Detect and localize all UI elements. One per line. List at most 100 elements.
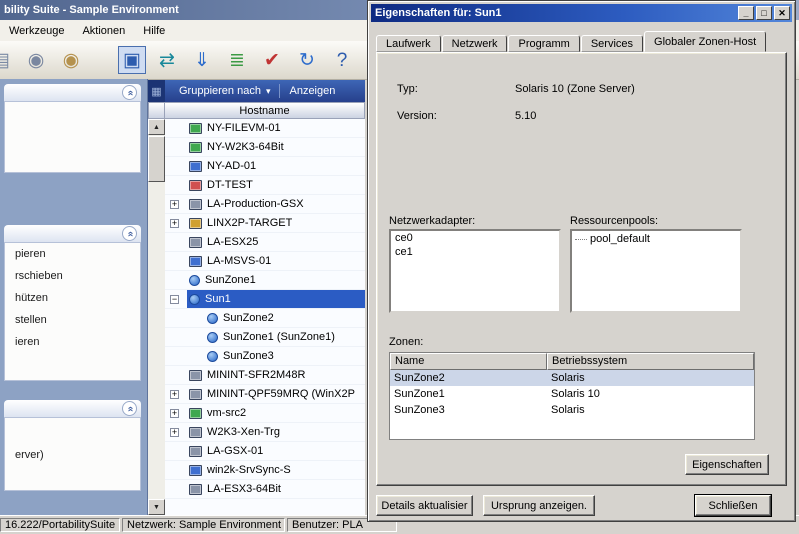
show-button[interactable]: Anzeigen	[289, 85, 335, 97]
host-row-body: NY-AD-01	[187, 157, 365, 175]
host-row[interactable]: NY-AD-01	[165, 157, 365, 176]
job-check-icon[interactable]: ✔	[258, 46, 286, 74]
task-item[interactable]: ieren	[5, 331, 140, 353]
host-row[interactable]: NY-FILEVM-01	[165, 119, 365, 138]
task-item[interactable]: stellen	[5, 309, 140, 331]
tree-line	[575, 238, 587, 240]
resource-pools-tree[interactable]: pool_default	[570, 229, 742, 313]
discover-monitor-icon[interactable]: ▣	[118, 46, 146, 74]
collapse-icon[interactable]: −	[170, 295, 179, 304]
host-row[interactable]: + LINX2P-TARGET	[165, 214, 365, 233]
dropdown-caret-icon[interactable]: ▾	[266, 86, 271, 97]
host-row[interactable]: DT-TEST	[165, 176, 365, 195]
close-button[interactable]: ✕	[774, 6, 790, 20]
zones-column-header[interactable]: Betriebssystem	[547, 353, 754, 370]
grid-view-icon[interactable]: ▦	[148, 80, 165, 102]
menu-werkzeuge[interactable]: Werkzeuge	[0, 22, 73, 40]
host-label: MININT-QPF59MRQ (WinX2P	[207, 388, 355, 400]
zone-row[interactable]: SunZone2 Solaris	[390, 370, 754, 386]
cd-gold-icon[interactable]: ◉	[57, 46, 85, 74]
tab-globaler-zonen-host[interactable]: Globaler Zonen-Host	[644, 31, 767, 52]
tab-services[interactable]: Services	[580, 35, 644, 52]
task-item[interactable]: rschieben	[5, 265, 140, 287]
task-section-header[interactable]: «	[4, 84, 141, 101]
expand-icon[interactable]: +	[170, 200, 179, 209]
menu-aktionen[interactable]: Aktionen	[73, 22, 134, 40]
expand-icon[interactable]: +	[170, 390, 179, 399]
scroll-down-button[interactable]: ▼	[148, 499, 165, 515]
collapse-chevron-icon[interactable]: «	[122, 85, 137, 100]
dialog-title-bar: Eigenschaften für: Sun1 _ □ ✕	[371, 4, 792, 22]
maximize-button[interactable]: □	[756, 6, 772, 20]
network-adapters-listbox[interactable]: ce0 ce1	[389, 229, 561, 313]
host-row[interactable]: LA-ESX3-64Bit	[165, 480, 365, 499]
scrollbar-thumb[interactable]	[148, 136, 165, 182]
host-row[interactable]: − Sun1	[165, 290, 365, 309]
host-row[interactable]: SunZone3	[165, 347, 365, 366]
status-segment: Netzwerk: Sample Environment	[122, 518, 285, 532]
hostname-column-header[interactable]: Hostname	[165, 102, 365, 119]
host-row[interactable]: win2k-SrvSync-S	[165, 461, 365, 480]
host-row[interactable]: LA-GSX-01	[165, 442, 365, 461]
properties-button[interactable]: Eigenschaften	[685, 454, 769, 475]
scroll-up-button[interactable]: ▲	[148, 119, 165, 135]
pool-item[interactable]: pool_default	[572, 231, 740, 246]
import-download-icon[interactable]: ⇓	[188, 46, 216, 74]
host-label: LA-ESX25	[207, 236, 259, 248]
zone-row[interactable]: SunZone3 Solaris	[390, 402, 754, 418]
host-row[interactable]: SunZone2	[165, 309, 365, 328]
expand-icon[interactable]: +	[170, 219, 179, 228]
tab-laufwerk[interactable]: Laufwerk	[376, 35, 441, 52]
tab-programm[interactable]: Programm	[508, 35, 580, 52]
host-icon	[189, 426, 202, 438]
host-row[interactable]: + LA-Production-GSX	[165, 195, 365, 214]
main-window-title: bility Suite - Sample Environment	[4, 4, 179, 16]
host-row[interactable]: SunZone1 (SunZone1)	[165, 328, 365, 347]
collapse-chevron-icon[interactable]: «	[122, 401, 137, 416]
task-item[interactable]: hützen	[5, 287, 140, 309]
script-icon[interactable]: ≣	[223, 46, 251, 74]
help-icon[interactable]: ?	[328, 46, 356, 74]
task-section-header[interactable]: «	[4, 400, 141, 417]
host-row-body: SunZone1	[187, 271, 365, 289]
adapter-item[interactable]: ce1	[391, 245, 559, 259]
host-row[interactable]: + MININT-QPF59MRQ (WinX2P	[165, 385, 365, 404]
task-section-header[interactable]: «	[4, 225, 141, 242]
host-row[interactable]: LA-MSVS-01	[165, 252, 365, 271]
expand-icon[interactable]: +	[170, 428, 179, 437]
host-row[interactable]: SunZone1	[165, 271, 365, 290]
host-row[interactable]: MININT-SFR2M48R	[165, 366, 365, 385]
zones-table[interactable]: Name Betriebssystem SunZone2 Solaris SunZon…	[389, 352, 755, 440]
cd-blue-icon[interactable]: ◉	[22, 46, 50, 74]
zone-row[interactable]: SunZone1 Solaris 10	[390, 386, 754, 402]
host-row[interactable]: + W2K3-Xen-Trg	[165, 423, 365, 442]
host-label: vm-src2	[207, 407, 247, 419]
tab-netzwerk[interactable]: Netzwerk	[441, 35, 508, 52]
zones-column-header[interactable]: Name	[390, 353, 547, 370]
host-row[interactable]: LA-ESX25	[165, 233, 365, 252]
tab-strip: Laufwerk Netzwerk Programm Services Globaler…	[376, 31, 767, 52]
task-item[interactable]: pieren	[5, 243, 140, 265]
group-by-button[interactable]: Gruppieren nach	[179, 85, 261, 97]
application-screen: bility Suite - Sample Environment Werkze…	[0, 0, 799, 534]
convert-arrows-icon[interactable]: ⇄	[153, 46, 181, 74]
refresh-details-button[interactable]: Details aktualisier	[376, 495, 473, 516]
close-dialog-button[interactable]: Schließen	[694, 494, 772, 517]
host-label: DT-TEST	[207, 179, 253, 191]
host-row[interactable]: NY-W2K3-64Bit	[165, 138, 365, 157]
minimize-button[interactable]: _	[738, 6, 754, 20]
expand-icon[interactable]: +	[170, 409, 179, 418]
menu-hilfe[interactable]: Hilfe	[134, 22, 174, 40]
refresh-icon[interactable]: ↻	[293, 46, 321, 74]
tab-content-panel: Typ: Solaris 10 (Zone Server) Version: 5…	[376, 52, 787, 486]
vertical-scrollbar[interactable]: ▲ ▼	[148, 119, 165, 515]
server-stack-icon[interactable]: ▤	[0, 46, 15, 74]
show-origin-button[interactable]: Ursprung anzeigen.	[483, 495, 595, 516]
task-item[interactable]: erver)	[5, 444, 140, 466]
adapter-item[interactable]: ce0	[391, 231, 559, 245]
host-icon	[189, 255, 202, 267]
host-row[interactable]: + vm-src2	[165, 404, 365, 423]
host-icon	[189, 122, 202, 134]
collapse-chevron-icon[interactable]: «	[122, 226, 137, 241]
host-label: SunZone1	[205, 274, 256, 286]
